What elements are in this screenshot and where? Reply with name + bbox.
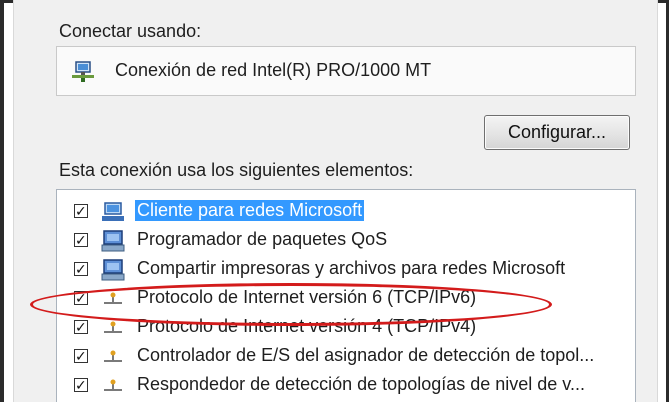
checkbox[interactable]: ✓: [74, 377, 88, 393]
elements-label: Esta conexión usa los siguientes element…: [59, 160, 414, 180]
checkbox[interactable]: ✓: [74, 319, 88, 335]
protocol-icon: [104, 379, 122, 391]
network-adapter-icon: [70, 61, 96, 88]
checkbox[interactable]: ✓: [74, 203, 88, 219]
list-item-qos[interactable]: ✓ Programador de paquetes QoS: [57, 227, 635, 255]
list-item-file-printer-sharing[interactable]: ✓ Compartir impresoras y archivos para r…: [57, 256, 635, 284]
service-icon: [101, 230, 125, 252]
list-item-label: Programador de paquetes QoS: [137, 229, 388, 249]
checkbox[interactable]: ✓: [74, 261, 88, 277]
list-item-client-microsoft[interactable]: ✓ Cliente para redes Microsoft: [57, 198, 635, 226]
list-item-label: Controlador de E/S del asignador de dete…: [137, 345, 595, 365]
configure-button[interactable]: Configurar...: [484, 115, 630, 150]
protocol-icon: [104, 350, 122, 362]
service-icon: [101, 259, 125, 281]
list-item-label: Compartir impresoras y archivos para red…: [137, 258, 566, 278]
list-item-lltd-mapper[interactable]: ✓ Controlador de E/S del asignador de de…: [57, 343, 635, 371]
list-item-label: Cliente para redes Microsoft: [135, 200, 365, 221]
network-client-icon: [102, 202, 124, 221]
list-item-label: Respondedor de detección de topologías d…: [137, 374, 585, 394]
checkbox[interactable]: ✓: [74, 232, 88, 248]
list-item-lltd-responder[interactable]: ✓ Respondedor de detección de topologías…: [57, 372, 635, 400]
connect-using-label: Conectar usando:: [59, 21, 202, 41]
adapter-name: Conexión de red Intel(R) PRO/1000 MT: [115, 60, 432, 80]
checkbox[interactable]: ✓: [74, 348, 88, 364]
adapter-field: Conexión de red Intel(R) PRO/1000 MT: [56, 46, 636, 96]
highlight-ellipse: [30, 283, 552, 326]
